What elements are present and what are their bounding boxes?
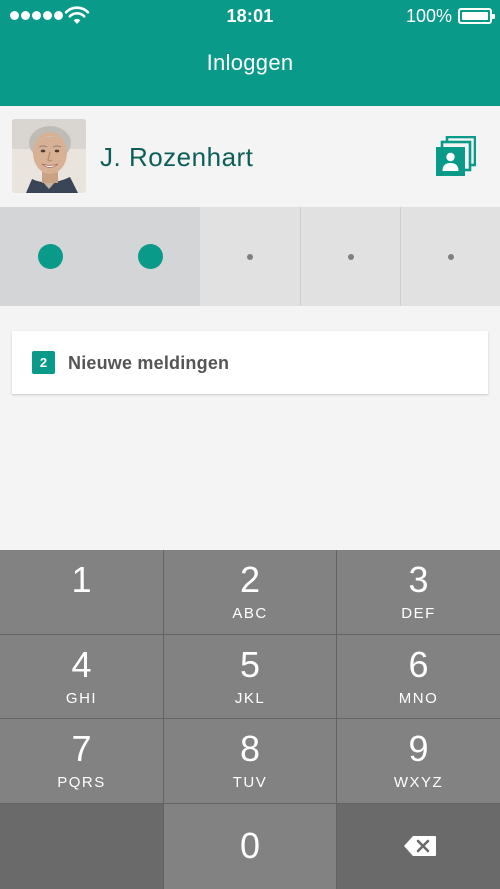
notifications-label: Nieuwe meldingen [68,353,230,373]
key-letters: PQRS [57,774,106,791]
key-6[interactable]: 6 MNO [337,635,500,718]
key-letters: TUV [232,774,268,791]
new-notifications-card[interactable]: 2 Nieuwe meldingen [12,331,488,394]
key-digit: 9 [408,728,429,769]
key-digit: 6 [408,644,429,685]
avatar-photo [12,119,86,193]
battery-percentage: 100% [405,6,452,26]
avatar [12,119,86,193]
pin-digit-empty [300,207,400,306]
key-4[interactable]: 4 GHI [0,635,163,718]
key-3[interactable]: 3 DEF [337,550,500,634]
key-letters: JKL [234,690,266,707]
pin-digit-filled [100,207,200,306]
key-letters: GHI [65,690,98,707]
key-2[interactable]: 2 ABC [164,550,336,634]
notification-count-badge: 2 [32,351,55,374]
key-blank [0,804,163,889]
key-0[interactable]: 0 [164,804,336,889]
key-digit: 1 [71,559,92,600]
key-digit: 3 [408,559,429,600]
key-letters: WXYZ [393,774,444,791]
user-name: J. Rozenhart [100,142,254,172]
key-letters: DEF [401,605,436,622]
pin-digit-empty [400,207,500,306]
key-7[interactable]: 7 PQRS [0,719,163,803]
pin-digit-empty [200,207,300,306]
key-letters: ABC [232,605,268,622]
user-row: J. Rozenhart [0,106,500,206]
battery-icon [458,8,495,24]
key-digit: 8 [239,728,261,769]
status-bar: 18:01 100% [0,0,500,34]
key-digit: 2 [239,559,261,600]
key-letters: MNO [398,690,439,707]
accounts-stack-icon[interactable] [436,136,476,176]
key-9[interactable]: 9 WXYZ [337,719,500,803]
pin-digit-filled [0,207,100,306]
key-8[interactable]: 8 TUV [164,719,336,803]
numeric-keypad: 1 2 ABC 3 DEF 4 GHI 5 JKL 6 MNO 7 PQRS 8… [0,550,500,889]
key-digit: 7 [71,728,92,769]
key-digit: 0 [239,825,261,866]
backspace-icon [404,836,436,856]
app-header: 18:01 100% Inloggen [0,0,500,106]
pin-indicator [0,207,500,306]
key-1[interactable]: 1 [0,550,163,634]
page-title: Inloggen [206,50,294,75]
key-5[interactable]: 5 JKL [164,635,336,718]
key-digit: 4 [71,644,92,685]
backspace-button[interactable] [337,804,500,889]
key-digit: 5 [239,644,261,685]
